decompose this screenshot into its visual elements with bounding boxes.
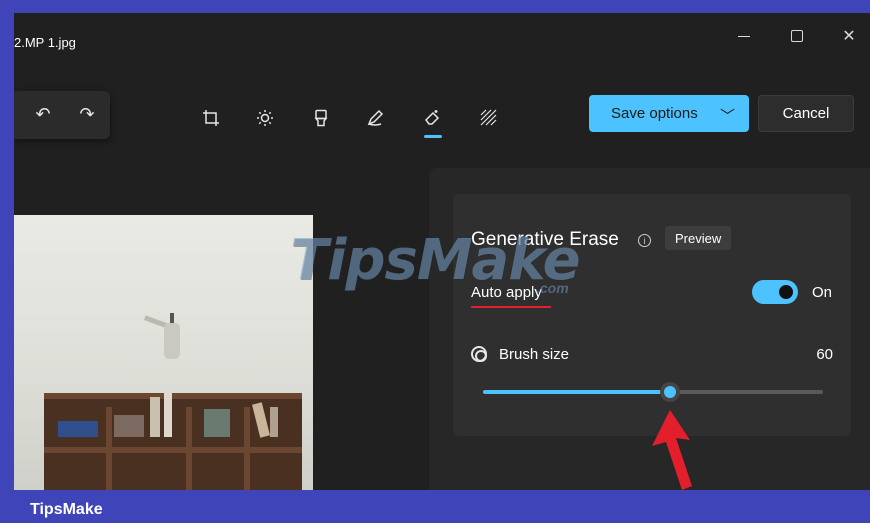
adjust-tool-button[interactable] — [248, 101, 282, 135]
shelf-object — [164, 393, 172, 437]
brush-size-value: 60 — [816, 346, 833, 363]
shelf-object — [204, 409, 230, 437]
brush-size-slider[interactable] — [483, 382, 823, 402]
auto-apply-state: On — [812, 284, 833, 301]
cancel-button[interactable]: Cancel — [758, 95, 854, 132]
shelf-divider — [244, 407, 250, 490]
close-button[interactable]: ✕ — [829, 21, 869, 51]
photo-canvas[interactable] — [14, 215, 313, 490]
maximize-button[interactable] — [777, 21, 817, 51]
shelf-object — [252, 402, 270, 438]
background-blur-icon — [480, 109, 497, 126]
info-icon[interactable]: i — [638, 234, 651, 247]
minimize-button[interactable] — [724, 21, 764, 51]
annotation-arrow-icon — [652, 410, 692, 490]
auto-apply-toggle[interactable] — [752, 280, 798, 304]
panel-title: Generative Erase — [471, 229, 619, 250]
background-tool-button[interactable] — [472, 101, 506, 135]
erase-icon — [425, 110, 440, 125]
brush-size-icon — [471, 346, 487, 362]
markup-tool-button[interactable] — [358, 101, 392, 135]
crop-icon — [203, 110, 219, 126]
auto-apply-label: Auto apply — [471, 284, 542, 301]
shelf-divider — [186, 407, 192, 490]
toggle-knob — [779, 285, 793, 299]
shelf-object — [150, 397, 160, 437]
markup-icon — [367, 109, 384, 126]
filter-tool-button[interactable] — [304, 101, 338, 135]
active-tool-indicator — [424, 135, 442, 138]
save-options-label: Save options — [611, 105, 698, 122]
undo-icon: ↶ — [35, 103, 51, 124]
crop-tool-button[interactable] — [194, 101, 228, 135]
save-options-button[interactable]: Save options ﹀ — [589, 95, 749, 132]
undo-button[interactable]: ↶ — [26, 97, 60, 131]
redo-button[interactable]: ↷ — [70, 97, 104, 131]
brush-size-label: Brush size — [499, 346, 570, 363]
bookshelf — [44, 393, 302, 490]
redo-icon: ↷ — [79, 103, 95, 124]
history-toolbar: ↶ ↷ — [14, 91, 110, 139]
shelf-object — [270, 407, 278, 437]
footer-brand: TipsMake — [30, 501, 103, 518]
preview-badge: Preview — [665, 226, 732, 250]
slider-fill — [483, 390, 670, 394]
chevron-down-icon: ﹀ — [719, 108, 735, 125]
wall-lamp — [164, 323, 180, 359]
filter-icon — [314, 109, 328, 127]
shelf-divider — [106, 407, 112, 490]
shelf-board — [44, 447, 302, 453]
erase-tool-button[interactable] — [416, 101, 450, 135]
brightness-icon — [257, 110, 273, 126]
watermark-domain: .com — [536, 280, 569, 296]
annotation-underline — [471, 306, 551, 308]
title-bar: 2.MP 1.jpg ✕ — [14, 13, 870, 73]
window-title: 2.MP 1.jpg — [14, 35, 76, 50]
photos-app-window: 2.MP 1.jpg ✕ ↶ ↷ Save options ﹀ Cancel G… — [14, 13, 870, 490]
shelf-object — [114, 415, 144, 437]
shelf-object — [58, 421, 98, 437]
